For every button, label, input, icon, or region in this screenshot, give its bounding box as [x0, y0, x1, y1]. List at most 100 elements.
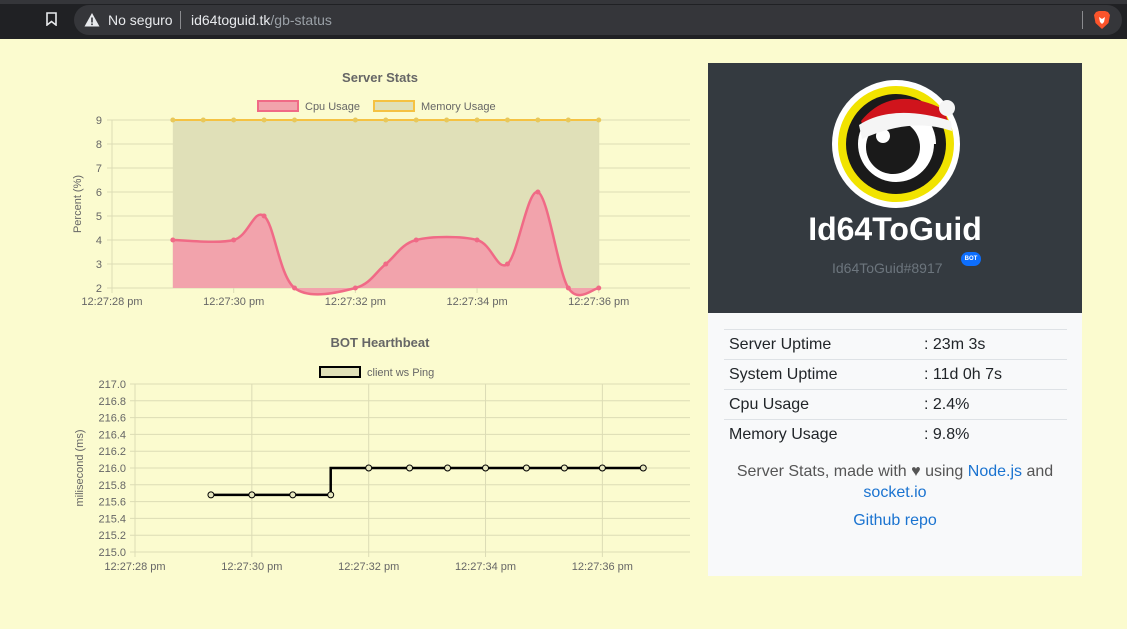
- ping-data-point: [406, 464, 414, 472]
- y-tick-label: 8: [96, 139, 102, 151]
- y-tick-label: 3: [96, 259, 102, 271]
- brave-icon[interactable]: [1093, 10, 1111, 30]
- y-tick-label: 215.4: [98, 513, 126, 525]
- legend-label: Memory Usage: [421, 101, 496, 113]
- address-separator: [180, 11, 181, 29]
- stat-label: Memory Usage: [729, 425, 838, 443]
- memory-data-point: [170, 117, 176, 123]
- cpu-data-point: [170, 237, 176, 243]
- toolbar-separator: [1082, 11, 1083, 29]
- y-tick-label: 5: [96, 211, 102, 223]
- memory-data-point: [383, 117, 389, 123]
- ping-data-point: [598, 464, 606, 472]
- memory-data-point: [596, 117, 602, 123]
- ping-data-point: [207, 491, 215, 499]
- memory-data-point: [504, 117, 510, 123]
- footer-and: and: [1026, 463, 1054, 480]
- cpu-data-point: [535, 189, 541, 195]
- cpu-data-point: [292, 285, 298, 291]
- ping-data-point: [639, 464, 647, 472]
- cpu-data-point: [504, 261, 510, 267]
- ping-data-point: [365, 464, 373, 472]
- footer-credits: Server Stats, made with ♥ using Node.js …: [708, 461, 1082, 503]
- warning-icon[interactable]: [84, 12, 100, 28]
- legend-label: client ws Ping: [367, 367, 434, 379]
- x-tick-label: 12:27:34 pm: [455, 561, 516, 573]
- y-tick-label: 215.2: [98, 530, 126, 542]
- cpu-data-point: [565, 285, 571, 291]
- x-tick-label: 12:27:30 pm: [203, 296, 264, 308]
- ping-data-point: [327, 491, 335, 499]
- security-status[interactable]: No seguro: [108, 12, 173, 28]
- memory-data-point: [352, 117, 358, 123]
- y-tick-label: 9: [96, 115, 102, 127]
- cpu-data-point: [231, 237, 237, 243]
- bot-avatar: [832, 80, 960, 208]
- repo-link-wrap: Github repo: [708, 512, 1082, 530]
- ping-data-point: [248, 491, 256, 499]
- y-tick-label: 216.0: [98, 463, 126, 475]
- github-repo-link[interactable]: Github repo: [853, 512, 937, 529]
- ping-data-point: [289, 491, 297, 499]
- y-tick-label: 217.0: [98, 379, 126, 391]
- cpu-data-point: [261, 213, 267, 219]
- x-tick-label: 12:27:32 pm: [338, 561, 399, 573]
- memory-data-point: [200, 117, 206, 123]
- y-tick-label: 215.0: [98, 547, 126, 559]
- legend-label: Cpu Usage: [305, 101, 360, 113]
- memory-data-point: [413, 117, 419, 123]
- tab-strip-edge: [0, 0, 1127, 4]
- x-tick-label: 12:27:32 pm: [325, 296, 386, 308]
- x-tick-label: 12:27:36 pm: [572, 561, 633, 573]
- cpu-data-point: [474, 237, 480, 243]
- legend-swatch: [373, 100, 415, 112]
- memory-data-point: [292, 117, 298, 123]
- ping-data-point: [482, 464, 490, 472]
- memory-data-point: [231, 117, 237, 123]
- cpu-data-point: [596, 285, 602, 291]
- y-tick-label: 215.6: [98, 497, 126, 509]
- chart-title: BOT Hearthbeat: [331, 335, 431, 350]
- table-row: Server Uptime : 23m 3s: [724, 329, 1067, 360]
- y-tick-label: 4: [96, 235, 102, 247]
- bot-badge: BOT: [961, 252, 981, 266]
- memory-data-point: [474, 117, 480, 123]
- stat-value: : 2.4%: [924, 395, 970, 413]
- server-stats-svg: Server Stats Cpu Usage Memory Usage 9 8 7 6 5 4 3…: [72, 70, 690, 308]
- table-row: Cpu Usage : 2.4%: [724, 389, 1067, 420]
- bot-name: Id64ToGuid: [808, 211, 982, 247]
- x-tick-label: 12:27:28 pm: [104, 561, 165, 573]
- stat-label: Cpu Usage: [729, 395, 810, 413]
- footer-using: using: [925, 463, 964, 480]
- bot-tag: Id64ToGuid#8917: [832, 260, 943, 276]
- memory-data-point: [444, 117, 450, 123]
- memory-data-point: [261, 117, 267, 123]
- ping-line: [210, 466, 644, 497]
- x-tick-label: 12:27:28 pm: [81, 296, 142, 308]
- x-tick-label: 12:27:36 pm: [568, 296, 629, 308]
- chart-title: Server Stats: [342, 70, 418, 85]
- table-row: Memory Usage : 9.8%: [724, 419, 1067, 450]
- url-text[interactable]: id64toguid.tk/gb-status: [191, 12, 332, 28]
- stat-value: : 11d 0h 7s: [924, 365, 1002, 383]
- socketio-link[interactable]: socket.io: [863, 484, 926, 501]
- bot-card: Id64ToGuid Id64ToGuid#8917 BOT Server Up…: [708, 63, 1082, 576]
- table-row: System Uptime : 11d 0h 7s: [724, 359, 1067, 390]
- bookmark-icon[interactable]: [46, 12, 57, 26]
- memory-data-point: [565, 117, 571, 123]
- heart-icon: ♥: [911, 463, 921, 480]
- y-tick-label: 216.4: [98, 429, 126, 441]
- y-tick-label: 216.2: [98, 446, 126, 458]
- ping-data-point: [560, 464, 568, 472]
- y-tick-label: 7: [96, 163, 102, 175]
- x-tick-label: 12:27:30 pm: [221, 561, 282, 573]
- stat-value: : 23m 3s: [924, 335, 986, 353]
- stat-value: : 9.8%: [924, 425, 970, 443]
- stats-table: Server Uptime : 23m 3s System Uptime : 1…: [724, 329, 1067, 450]
- url-path: /gb-status: [270, 12, 332, 28]
- nodejs-link[interactable]: Node.js: [968, 463, 1022, 480]
- y-tick-label: 2: [96, 283, 102, 295]
- browser-toolbar: No seguro id64toguid.tk/gb-status: [0, 0, 1127, 39]
- y-tick-label: 216.6: [98, 413, 126, 425]
- footer-prefix: Server Stats, made with: [736, 463, 907, 480]
